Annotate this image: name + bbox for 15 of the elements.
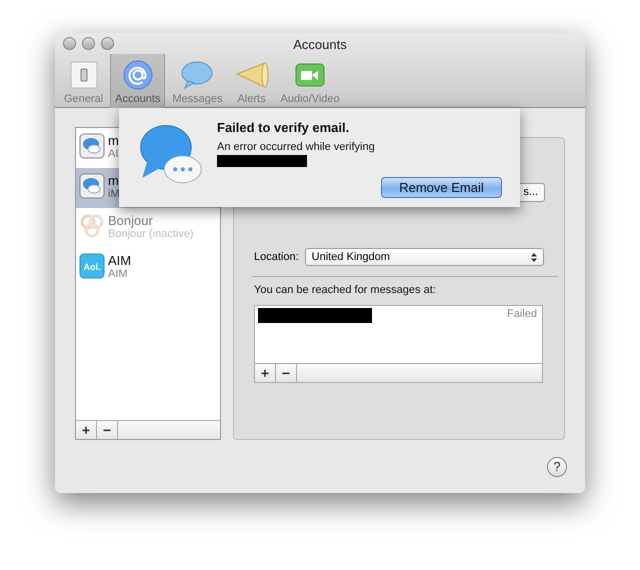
reachable-label: You can be reached for messages at:	[254, 284, 437, 296]
account-type: AI	[108, 148, 119, 161]
account-type: Bonjour (inactive)	[108, 228, 194, 241]
window-title: Accounts	[293, 37, 347, 52]
alert-title: Failed to verify email.	[217, 120, 350, 135]
account-name: AIM	[108, 253, 132, 268]
account-name: Bonjour	[108, 213, 154, 228]
account-name: m	[108, 133, 119, 148]
account-type: AIM	[108, 268, 129, 281]
account-type: iM	[108, 188, 120, 201]
status-text: Failed	[507, 308, 537, 322]
location-label: Location:	[254, 251, 299, 263]
account-name: m	[108, 173, 120, 188]
aol-logo-icon: Aol.	[79, 253, 105, 279]
alert-message: An error occurred while verifying	[217, 141, 376, 153]
